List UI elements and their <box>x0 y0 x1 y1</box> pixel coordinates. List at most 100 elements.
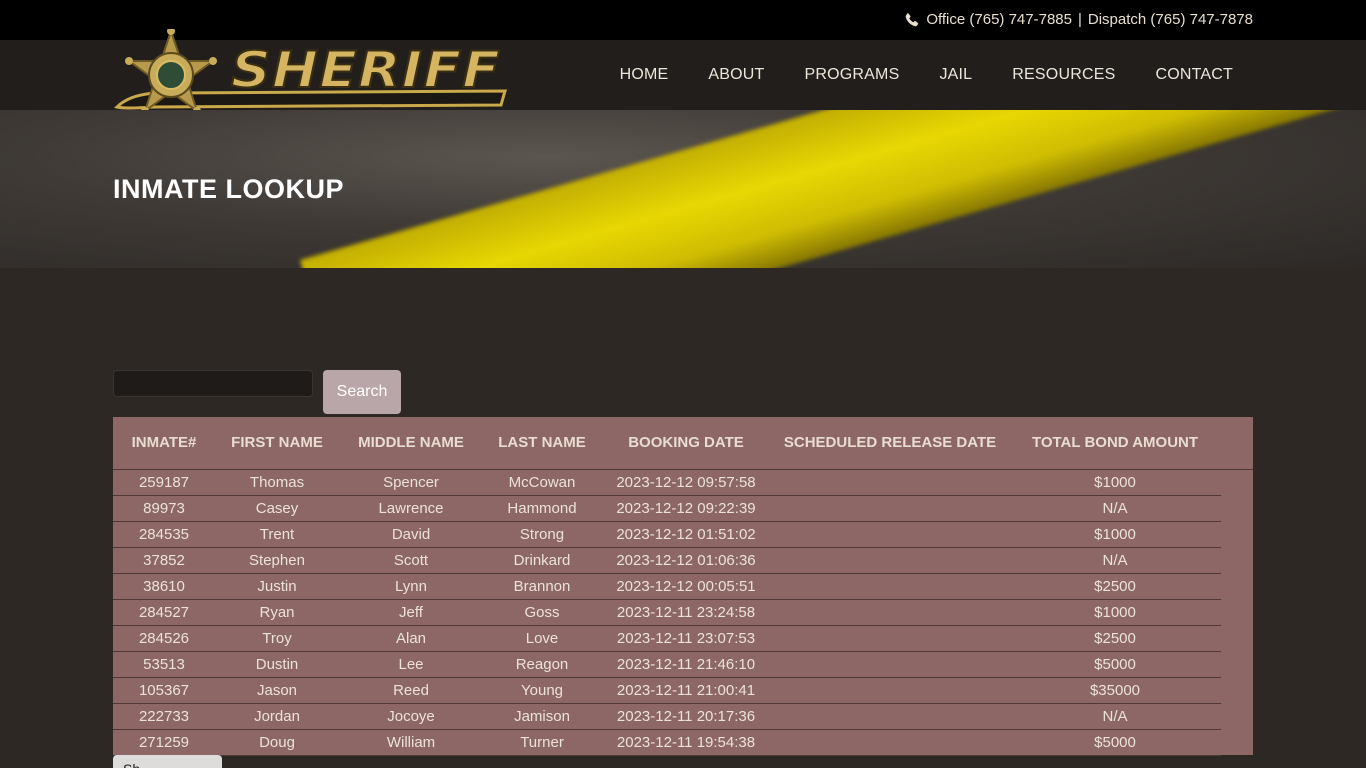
bond-amount-cell: N/A <box>1009 703 1221 730</box>
inmate-number-cell: 37852 <box>113 547 215 574</box>
table-row[interactable]: 38610 Justin Lynn Brannon 2023-12-12 00:05:5… <box>113 573 1253 600</box>
table-row[interactable]: 53513 Dustin Lee Reagon 2023-12-11 21:46:10 $… <box>113 651 1253 678</box>
middle-name-cell: Jocoye <box>339 703 483 730</box>
table-row[interactable]: 89973 Casey Lawrence Hammond 2023-12-12 09:2… <box>113 495 1253 522</box>
last-name-cell: Drinkard <box>483 547 601 574</box>
search-input[interactable] <box>113 370 313 397</box>
first-name-cell: Troy <box>215 625 339 652</box>
last-name-cell: Turner <box>483 729 601 756</box>
table-row[interactable]: 271259 Doug William Turner 2023-12-11 19:54:… <box>113 729 1253 756</box>
column-header-last-name[interactable]: LAST NAME <box>483 417 601 470</box>
last-name-cell: McCowan <box>483 469 601 496</box>
middle-name-cell: Spencer <box>339 469 483 496</box>
bond-amount-cell: $1000 <box>1009 469 1221 496</box>
search-button[interactable]: Search <box>323 370 401 414</box>
booking-date-cell: 2023-12-12 01:06:36 <box>601 547 771 574</box>
inmate-number-cell: 53513 <box>113 651 215 678</box>
row-spacer <box>1221 651 1253 677</box>
booking-date-cell: 2023-12-11 23:07:53 <box>601 625 771 652</box>
nav-jail[interactable]: JAIL <box>919 66 992 84</box>
crime-scene-tape-image <box>300 110 1366 268</box>
middle-name-cell: Lawrence <box>339 495 483 522</box>
inmate-number-cell: 284527 <box>113 599 215 626</box>
inmate-number-cell: 259187 <box>113 469 215 496</box>
column-header-inmate-number[interactable]: INMATE# <box>113 417 215 470</box>
first-name-cell: Thomas <box>215 469 339 496</box>
last-name-cell: Love <box>483 625 601 652</box>
table-row[interactable]: 105367 Jason Reed Young 2023-12-11 21:00:41 $… <box>113 677 1253 704</box>
office-phone[interactable]: Office (765) 747-7885 <box>926 11 1072 28</box>
bond-amount-cell: $2500 <box>1009 625 1221 652</box>
table-row[interactable]: 284527 Ryan Jeff Goss 2023-12-11 23:24:58 $10… <box>113 599 1253 626</box>
column-header-release-date[interactable]: SCHEDULED RELEASE DATE <box>771 417 1009 470</box>
table-row[interactable]: 222733 Jordan Jocoye Jamison 2023-12-11 20:1… <box>113 703 1253 730</box>
hero-banner: INMATE LOOKUP <box>0 110 1366 268</box>
release-date-cell <box>771 495 1009 522</box>
nav-resources[interactable]: RESOURCES <box>992 66 1135 84</box>
nav-contact[interactable]: CONTACT <box>1135 66 1253 84</box>
middle-name-cell: Lynn <box>339 573 483 600</box>
row-spacer <box>1221 729 1253 755</box>
row-spacer <box>1221 625 1253 651</box>
table-row[interactable]: 284526 Troy Alan Love 2023-12-11 23:07:53 $25… <box>113 625 1253 652</box>
first-name-cell: Casey <box>215 495 339 522</box>
inmate-number-cell: 284535 <box>113 521 215 548</box>
bond-amount-cell: $1000 <box>1009 599 1221 626</box>
first-name-cell: Dustin <box>215 651 339 678</box>
show-more-button[interactable]: Sh <box>113 755 222 768</box>
inmate-number-cell: 284526 <box>113 625 215 652</box>
bond-amount-cell: $2500 <box>1009 573 1221 600</box>
middle-name-cell: Jeff <box>339 599 483 626</box>
last-name-cell: Brannon <box>483 573 601 600</box>
table-row[interactable]: 259187 Thomas Spencer McCowan 2023-12-12 09:… <box>113 469 1253 496</box>
sheriff-logo[interactable]: SHERIFF <box>113 29 509 121</box>
booking-date-cell: 2023-12-11 21:46:10 <box>601 651 771 678</box>
bond-amount-cell: $5000 <box>1009 651 1221 678</box>
dispatch-phone[interactable]: Dispatch (765) 747-7878 <box>1088 11 1253 28</box>
release-date-cell <box>771 547 1009 574</box>
nav-programs[interactable]: PROGRAMS <box>785 66 920 84</box>
column-header-middle-name[interactable]: MIDDLE NAME <box>339 417 483 470</box>
column-header-first-name[interactable]: FIRST NAME <box>215 417 339 470</box>
inmate-number-cell: 222733 <box>113 703 215 730</box>
row-spacer <box>1221 703 1253 729</box>
column-header-bond-amount[interactable]: TOTAL BOND AMOUNT <box>1009 417 1221 470</box>
bond-amount-cell: N/A <box>1009 547 1221 574</box>
last-name-cell: Strong <box>483 521 601 548</box>
booking-date-cell: 2023-12-12 09:57:58 <box>601 469 771 496</box>
release-date-cell <box>771 573 1009 600</box>
middle-name-cell: Scott <box>339 547 483 574</box>
first-name-cell: Ryan <box>215 599 339 626</box>
release-date-cell <box>771 703 1009 730</box>
bond-amount-cell: $5000 <box>1009 729 1221 756</box>
bond-amount-cell: $1000 <box>1009 521 1221 548</box>
last-name-cell: Hammond <box>483 495 601 522</box>
booking-date-cell: 2023-12-12 00:05:51 <box>601 573 771 600</box>
release-date-cell <box>771 729 1009 756</box>
nav-about[interactable]: ABOUT <box>688 66 784 84</box>
table-row[interactable]: 284535 Trent David Strong 2023-12-12 01:51:0… <box>113 521 1253 548</box>
main-nav: HOME ABOUT PROGRAMS JAIL RESOURCES CONTA… <box>600 40 1253 110</box>
booking-date-cell: 2023-12-11 23:24:58 <box>601 599 771 626</box>
release-date-cell <box>771 625 1009 652</box>
nav-home[interactable]: HOME <box>600 66 689 84</box>
release-date-cell <box>771 521 1009 548</box>
release-date-cell <box>771 599 1009 626</box>
row-spacer <box>1221 573 1253 599</box>
last-name-cell: Reagon <box>483 651 601 678</box>
middle-name-cell: Alan <box>339 625 483 652</box>
release-date-cell <box>771 469 1009 496</box>
separator: | <box>1077 11 1082 28</box>
column-header-booking-date[interactable]: BOOKING DATE <box>601 417 771 470</box>
row-spacer <box>1221 599 1253 625</box>
middle-name-cell: William <box>339 729 483 756</box>
first-name-cell: Jordan <box>215 703 339 730</box>
column-header-spacer <box>1221 417 1253 470</box>
release-date-cell <box>771 677 1009 704</box>
phone-icon <box>905 12 919 26</box>
first-name-cell: Justin <box>215 573 339 600</box>
row-spacer <box>1221 521 1253 547</box>
table-body: 259187 Thomas Spencer McCowan 2023-12-12 09:… <box>113 469 1253 756</box>
row-spacer <box>1221 547 1253 573</box>
table-row[interactable]: 37852 Stephen Scott Drinkard 2023-12-12 01:0… <box>113 547 1253 574</box>
